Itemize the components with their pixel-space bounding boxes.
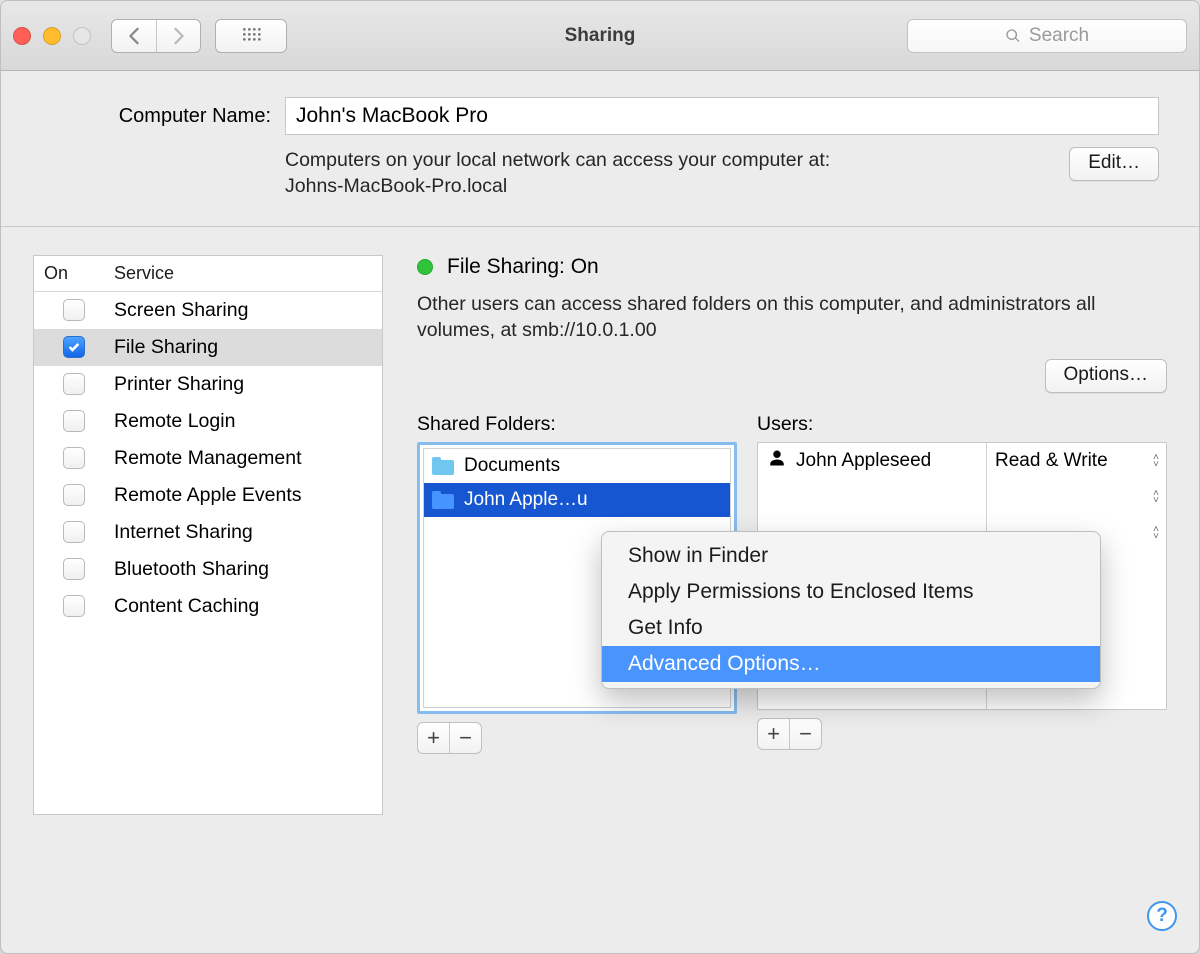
service-label: Remote Apple Events [114,484,382,507]
search-placeholder: Search [1029,25,1089,47]
edit-hostname-button[interactable]: Edit… [1069,147,1159,181]
service-row[interactable]: Content Caching [34,588,382,625]
folders-add-remove: + − [417,722,482,754]
forward-button[interactable] [156,20,200,52]
service-label: Remote Login [114,410,382,433]
folder-icon [432,491,454,509]
back-button[interactable] [112,20,156,52]
service-label: File Sharing [114,336,382,359]
help-button[interactable]: ? [1147,901,1177,931]
folder-row[interactable]: Documents [424,449,730,483]
service-label: Remote Management [114,447,382,470]
context-menu-item[interactable]: Get Info [602,610,1100,646]
user-row[interactable]: John Appleseed [758,443,986,479]
service-row[interactable]: Remote Management [34,440,382,477]
service-row[interactable]: Remote Apple Events [34,477,382,514]
computer-name-input[interactable] [285,97,1159,135]
permission-cell[interactable]: ˄˅ [987,479,1166,515]
context-menu-item[interactable]: Apply Permissions to Enclosed Items [602,574,1100,610]
service-row[interactable]: Internet Sharing [34,514,382,551]
stepper-icon[interactable]: ˄˅ [1153,490,1158,504]
service-label: Printer Sharing [114,373,382,396]
service-label: Bluetooth Sharing [114,558,382,581]
service-checkbox[interactable] [63,595,85,617]
show-all-button[interactable] [215,19,287,53]
service-label: Content Caching [114,595,382,618]
status-indicator-icon [417,259,433,275]
service-row[interactable]: Remote Login [34,403,382,440]
computer-name-hint: Computers on your local network can acce… [285,147,830,200]
remove-folder-button[interactable]: − [449,723,481,753]
user-icon [768,448,786,474]
maximize-icon [73,27,91,45]
sharing-window: Sharing Search Computer Name: Computers … [0,0,1200,954]
options-button[interactable]: Options… [1045,359,1167,393]
traffic-lights [13,27,91,45]
service-row[interactable]: File Sharing [34,329,382,366]
service-label: Screen Sharing [114,299,382,322]
service-checkbox[interactable] [63,299,85,321]
permission-value: Read & Write [995,450,1108,472]
services-header-service: Service [114,263,382,284]
close-icon[interactable] [13,27,31,45]
context-menu-item[interactable]: Show in Finder [602,538,1100,574]
computer-name-section: Computer Name: Computers on your local n… [1,71,1199,227]
folder-icon [432,457,454,475]
service-checkbox[interactable] [63,410,85,432]
service-checkbox[interactable] [63,336,85,358]
window-toolbar: Sharing Search [1,1,1199,71]
main-area: On Service Screen Sharing File Sharing Pri… [1,227,1199,815]
folder-name: Documents [464,455,560,477]
add-folder-button[interactable]: + [418,723,449,753]
folder-name: John Apple…u [464,489,588,511]
users-add-remove: + − [757,718,822,750]
remove-user-button[interactable]: − [789,719,821,749]
stepper-icon[interactable]: ˄˅ [1153,526,1158,540]
add-user-button[interactable]: + [758,719,789,749]
service-checkbox[interactable] [63,521,85,543]
context-menu-item[interactable]: Advanced Options… [602,646,1100,682]
minimize-icon[interactable] [43,27,61,45]
context-menu: Show in FinderApply Permissions to Enclo… [601,531,1101,689]
nav-back-forward [111,19,201,53]
service-row[interactable]: Printer Sharing [34,366,382,403]
service-checkbox[interactable] [63,558,85,580]
stepper-icon[interactable]: ˄˅ [1153,454,1158,468]
shared-folders-label: Shared Folders: [417,413,737,436]
users-label: Users: [757,413,1167,436]
service-row[interactable]: Screen Sharing [34,292,382,329]
status-title: File Sharing: On [447,255,599,279]
services-header-on: On [34,263,114,284]
status-description: Other users can access shared folders on… [417,291,1167,344]
service-checkbox[interactable] [63,373,85,395]
service-row[interactable]: Bluetooth Sharing [34,551,382,588]
user-name: John Appleseed [796,450,931,472]
permission-cell[interactable]: Read & Write ˄˅ [987,443,1166,479]
service-label: Internet Sharing [114,521,382,544]
computer-name-label: Computer Name: [41,105,271,128]
service-checkbox[interactable] [63,484,85,506]
search-field[interactable]: Search [907,19,1187,53]
folder-row[interactable]: John Apple…u [424,483,730,517]
services-list: On Service Screen Sharing File Sharing Pri… [33,255,383,815]
service-checkbox[interactable] [63,447,85,469]
search-icon [1005,28,1021,44]
